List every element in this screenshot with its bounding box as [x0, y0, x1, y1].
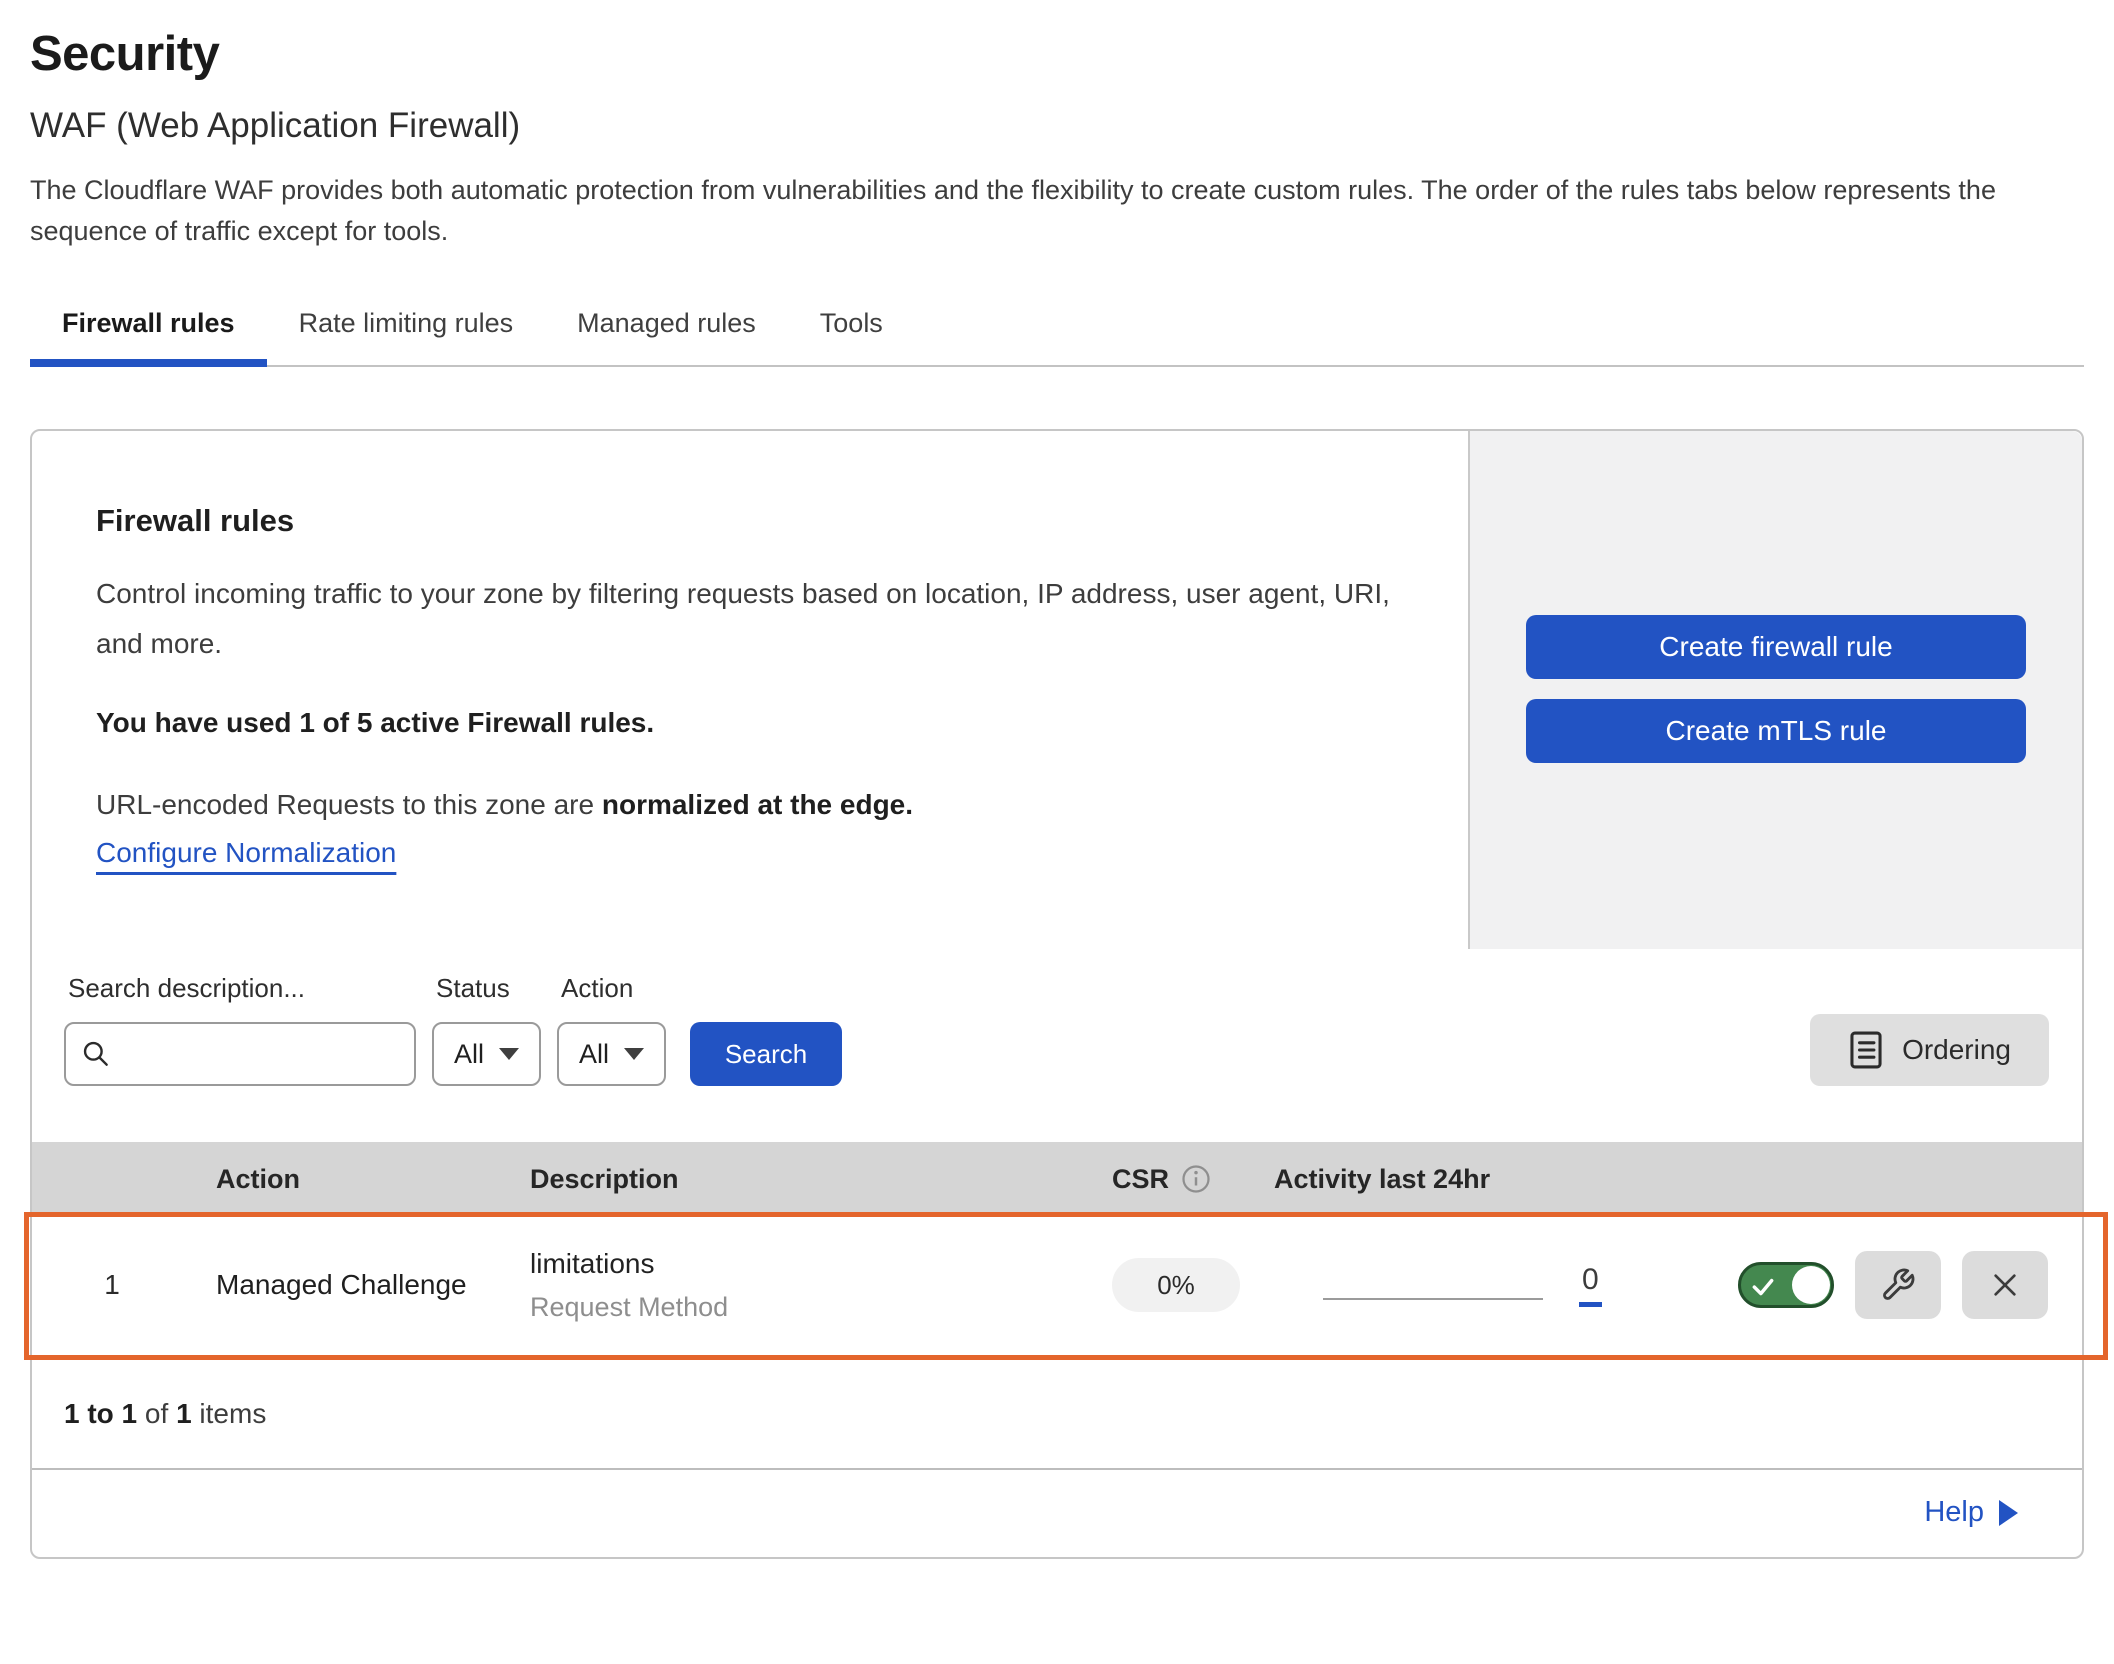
- tab-rate-limiting-rules[interactable]: Rate limiting rules: [267, 294, 546, 365]
- rule-csr-cell: 0%: [1066, 1258, 1266, 1312]
- search-label: Search description...: [68, 973, 416, 1004]
- rule-expression-summary: Request Method: [530, 1292, 1066, 1323]
- rule-controls: [1696, 1251, 2082, 1319]
- header-csr: CSR: [1112, 1164, 1169, 1195]
- normalization-note: URL-encoded Requests to this zone are no…: [96, 789, 1408, 821]
- csr-badge: 0%: [1112, 1258, 1240, 1312]
- info-icon[interactable]: [1181, 1164, 1211, 1194]
- rule-action: Managed Challenge: [192, 1269, 498, 1301]
- close-icon: [1989, 1269, 2021, 1301]
- card-description: Control incoming traffic to your zone by…: [96, 569, 1406, 669]
- rule-description-cell: limitations Request Method: [498, 1248, 1066, 1323]
- rule-description: limitations: [530, 1248, 1066, 1280]
- items-count: 1 to 1 of 1 items: [32, 1354, 2082, 1468]
- create-firewall-rule-button[interactable]: Create firewall rule: [1526, 615, 2026, 679]
- ordering-button[interactable]: Ordering: [1810, 1014, 2049, 1086]
- actions-panel: Create firewall rule Create mTLS rule: [1468, 431, 2082, 949]
- list-document-icon: [1848, 1030, 1884, 1070]
- page-subtitle: WAF (Web Application Firewall): [30, 106, 2084, 146]
- activity-count-link[interactable]: 0: [1579, 1263, 1602, 1307]
- edit-rule-button[interactable]: [1855, 1251, 1941, 1319]
- page-description: The Cloudflare WAF provides both automat…: [30, 170, 2075, 252]
- status-label: Status: [436, 973, 541, 1004]
- check-icon: [1750, 1273, 1776, 1299]
- action-label: Action: [561, 973, 666, 1004]
- create-mtls-rule-button[interactable]: Create mTLS rule: [1526, 699, 2026, 763]
- delete-rule-button[interactable]: [1962, 1251, 2048, 1319]
- header-activity: Activity last 24hr: [1266, 1164, 1696, 1195]
- chevron-down-icon: [499, 1048, 519, 1060]
- filter-bar: Search description... Status All Action: [32, 949, 2082, 1142]
- security-waf-page: Security WAF (Web Application Firewall) …: [0, 26, 2114, 1559]
- activity-sparkline: [1323, 1298, 1543, 1300]
- arrow-right-icon: [1999, 1500, 2018, 1526]
- card-heading: Firewall rules: [96, 503, 1408, 539]
- help-link[interactable]: Help: [1924, 1496, 2018, 1529]
- normalization-text: URL-encoded Requests to this zone are: [96, 789, 602, 820]
- configure-normalization-link[interactable]: Configure Normalization: [96, 837, 396, 868]
- normalization-bold-text: normalized at the edge.: [602, 789, 913, 820]
- usage-summary: You have used 1 of 5 active Firewall rul…: [96, 707, 1408, 739]
- table-row-wrap: 1 Managed Challenge limitations Request …: [32, 1216, 2082, 1354]
- rule-priority: 1: [32, 1269, 192, 1301]
- table-header-row: Action Description CSR Activity last 24h…: [32, 1142, 2082, 1216]
- search-input[interactable]: [120, 1038, 400, 1071]
- table-row[interactable]: 1 Managed Challenge limitations Request …: [32, 1216, 2082, 1354]
- tab-tools[interactable]: Tools: [788, 294, 915, 365]
- search-input-box[interactable]: [64, 1022, 416, 1086]
- header-action: Action: [192, 1164, 498, 1195]
- header-description: Description: [498, 1164, 1066, 1195]
- chevron-down-icon: [624, 1048, 644, 1060]
- card-top-section: Firewall rules Control incoming traffic …: [32, 431, 2082, 949]
- action-dropdown-value: All: [579, 1039, 609, 1070]
- search-button[interactable]: Search: [690, 1022, 842, 1086]
- ordering-button-label: Ordering: [1902, 1034, 2011, 1066]
- items-total: 1: [176, 1398, 192, 1429]
- page-title: Security: [30, 26, 2084, 82]
- tab-firewall-rules[interactable]: Firewall rules: [30, 294, 267, 365]
- status-dropdown[interactable]: All: [432, 1022, 541, 1086]
- rule-activity-cell: 0: [1266, 1263, 1696, 1307]
- search-icon: [80, 1038, 112, 1070]
- wrench-icon: [1880, 1267, 1916, 1303]
- rule-enabled-toggle[interactable]: [1738, 1262, 1834, 1308]
- tab-managed-rules[interactable]: Managed rules: [545, 294, 788, 365]
- items-range: 1 to 1: [64, 1398, 137, 1429]
- status-dropdown-value: All: [454, 1039, 484, 1070]
- action-dropdown[interactable]: All: [557, 1022, 666, 1086]
- help-label: Help: [1924, 1496, 1984, 1529]
- rules-table: Action Description CSR Activity last 24h…: [32, 1142, 2082, 1468]
- tab-bar: Firewall rules Rate limiting rules Manag…: [30, 294, 2084, 367]
- toggle-knob: [1792, 1266, 1830, 1304]
- firewall-rules-intro: Firewall rules Control incoming traffic …: [32, 431, 1468, 949]
- firewall-rules-card: Firewall rules Control incoming traffic …: [30, 429, 2084, 1559]
- card-footer: Help: [32, 1468, 2082, 1557]
